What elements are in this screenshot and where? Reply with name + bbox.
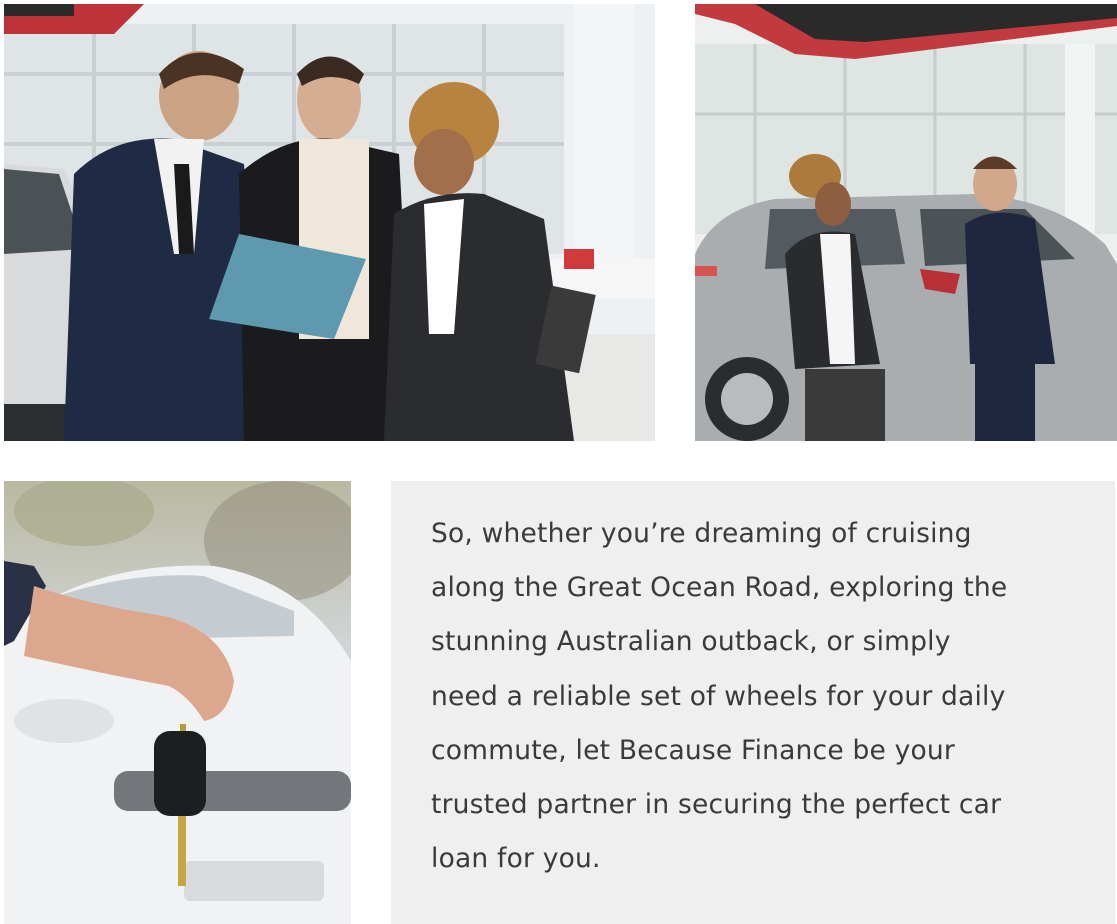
- photo-showroom-clipboard: [4, 4, 655, 441]
- body-paragraph: So, whether you’re dreaming of cruising …: [431, 507, 1085, 886]
- photo-car-key: [4, 481, 351, 924]
- paragraph-line: need a reliable set of wheels for your d…: [431, 680, 1006, 712]
- paragraph-line: loan for you.: [431, 843, 601, 875]
- paragraph-line: commute, let Because Finance be your: [431, 734, 955, 766]
- paragraph-line: So, whether you’re dreaming of cruising: [431, 518, 972, 549]
- paragraph-line: trusted partner in securing the perfect …: [431, 789, 1002, 821]
- page: So, whether you’re dreaming of cruising …: [0, 0, 1117, 924]
- text-panel: So, whether you’re dreaming of cruising …: [391, 481, 1115, 924]
- paragraph-line: along the Great Ocean Road, exploring th…: [431, 572, 1008, 604]
- paragraph-line: stunning Australian outback, or simply: [431, 626, 951, 658]
- photo-showroom-suv: [695, 4, 1117, 441]
